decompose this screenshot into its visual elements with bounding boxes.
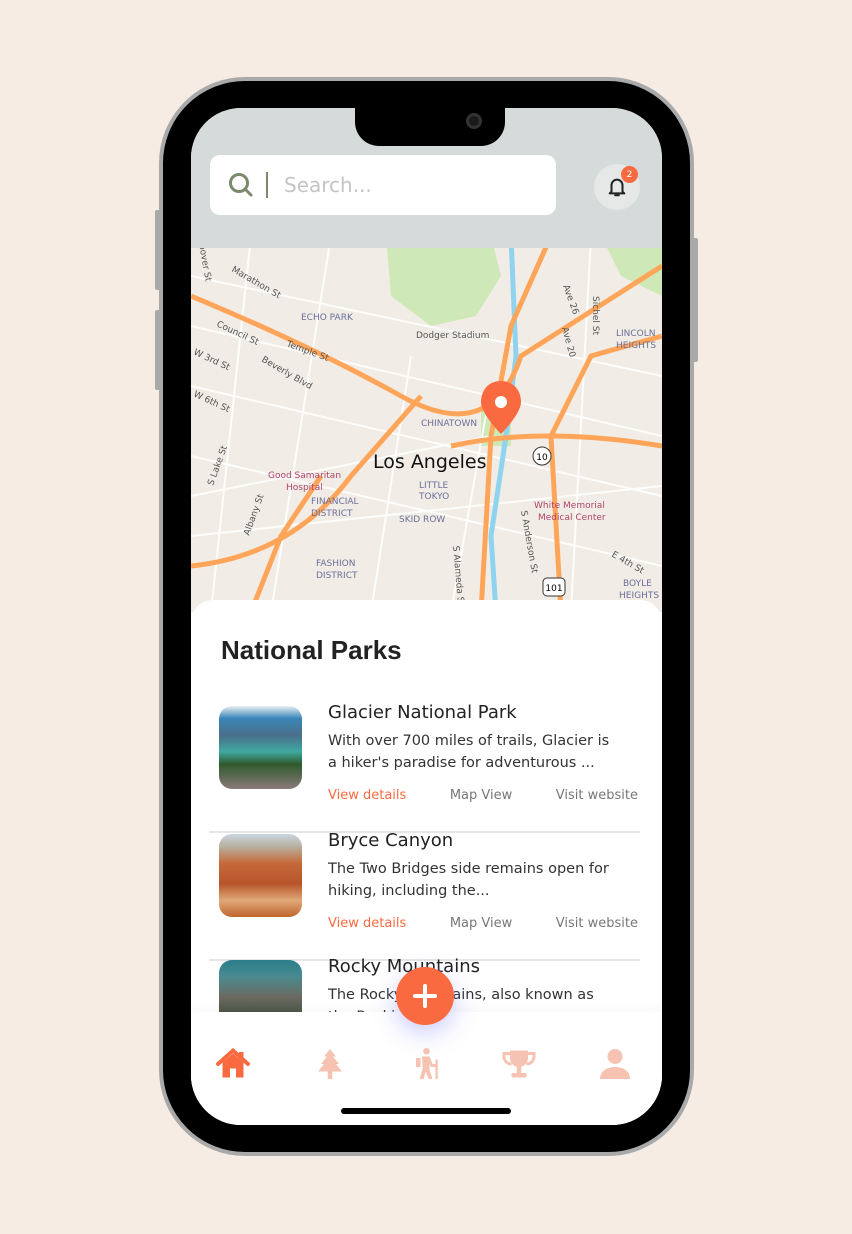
visit-website-link[interactable]: Visit website <box>556 916 638 931</box>
svg-text:White Memorial: White Memorial <box>534 501 605 511</box>
park-name: Rocky Mountains <box>328 956 480 977</box>
svg-text:Hospital: Hospital <box>286 483 323 493</box>
map-view-link[interactable]: Map View <box>450 788 512 803</box>
map-view[interactable]: ECHO PARK CHINATOWN FINANCIAL DISTRICT LIT… <box>191 234 662 613</box>
map-view-link[interactable]: Map View <box>450 916 512 931</box>
header: Search... 2 <box>191 108 662 248</box>
notch <box>355 108 505 146</box>
search-input[interactable]: Search... <box>210 155 556 215</box>
svg-text:Sichel St: Sichel St <box>590 296 600 335</box>
svg-text:Medical Center: Medical Center <box>538 513 606 523</box>
app-screen: ECHO PARK CHINATOWN FINANCIAL DISTRICT LIT… <box>191 108 662 1125</box>
text-cursor <box>266 172 268 198</box>
park-name: Glacier National Park <box>328 702 517 723</box>
notification-badge: 2 <box>621 166 638 183</box>
svg-text:HEIGHTS: HEIGHTS <box>616 341 656 351</box>
map-street-label: W 3rd St <box>192 348 232 374</box>
svg-text:10: 10 <box>536 453 548 463</box>
visit-website-link[interactable]: Visit website <box>556 788 638 803</box>
view-details-link[interactable]: View details <box>328 788 406 803</box>
svg-text:BOYLE: BOYLE <box>623 579 652 589</box>
svg-text:S Anderson St: S Anderson St <box>518 510 539 575</box>
trophy-icon[interactable] <box>501 1046 537 1082</box>
park-name: Bryce Canyon <box>328 830 454 851</box>
svg-text:S Alameda St: S Alameda St <box>450 545 465 606</box>
svg-text:Good Samaritan: Good Samaritan <box>268 471 341 481</box>
map-city-label: Los Angeles <box>373 451 486 473</box>
map-label: CHINATOWN <box>421 419 477 429</box>
view-details-link[interactable]: View details <box>328 916 406 931</box>
svg-text:Marathon St: Marathon St <box>230 265 283 301</box>
home-icon[interactable] <box>215 1046 251 1082</box>
svg-text:Ave 26: Ave 26 <box>560 284 580 317</box>
search-placeholder: Search... <box>284 173 372 197</box>
park-description: The Two Bridges side remains open for hi… <box>328 861 609 899</box>
plus-icon <box>413 984 437 1008</box>
svg-text:Temple St: Temple St <box>284 339 330 364</box>
svg-text:DISTRICT: DISTRICT <box>316 571 358 581</box>
list-item[interactable]: Bryce Canyon The Two Bridges side remain… <box>209 830 640 961</box>
svg-text:FASHION: FASHION <box>316 559 355 569</box>
svg-text:LITTLE: LITTLE <box>419 481 449 491</box>
home-indicator[interactable] <box>341 1108 511 1114</box>
section-title: National Parks <box>221 635 402 665</box>
svg-text:TOKYO: TOKYO <box>418 492 449 502</box>
svg-text:FINANCIAL: FINANCIAL <box>311 497 359 507</box>
svg-text:ECHO PARK: ECHO PARK <box>301 313 354 323</box>
tree-icon[interactable] <box>312 1046 348 1082</box>
camera <box>466 113 482 129</box>
park-image <box>219 834 302 917</box>
svg-text:LINCOLN: LINCOLN <box>616 329 656 339</box>
svg-text:E 4th St: E 4th St <box>610 550 646 577</box>
map-street-label: Albany St <box>242 493 266 537</box>
park-description: With over 700 miles of trails, Glacier i… <box>328 733 610 771</box>
svg-text:Beverly Blvd: Beverly Blvd <box>260 355 314 392</box>
search-icon <box>229 173 253 197</box>
svg-text:101: 101 <box>545 584 562 594</box>
notifications-button[interactable]: 2 <box>594 164 640 210</box>
svg-text:Dodger Stadium: Dodger Stadium <box>416 331 489 341</box>
user-icon[interactable] <box>597 1046 633 1082</box>
hiker-icon[interactable] <box>407 1046 443 1082</box>
add-button[interactable] <box>396 967 454 1025</box>
list-item[interactable]: Glacier National Park With over 700 mile… <box>209 702 640 833</box>
park-image <box>219 706 302 789</box>
svg-text:SKID ROW: SKID ROW <box>399 515 445 525</box>
svg-text:DISTRICT: DISTRICT <box>311 509 353 519</box>
